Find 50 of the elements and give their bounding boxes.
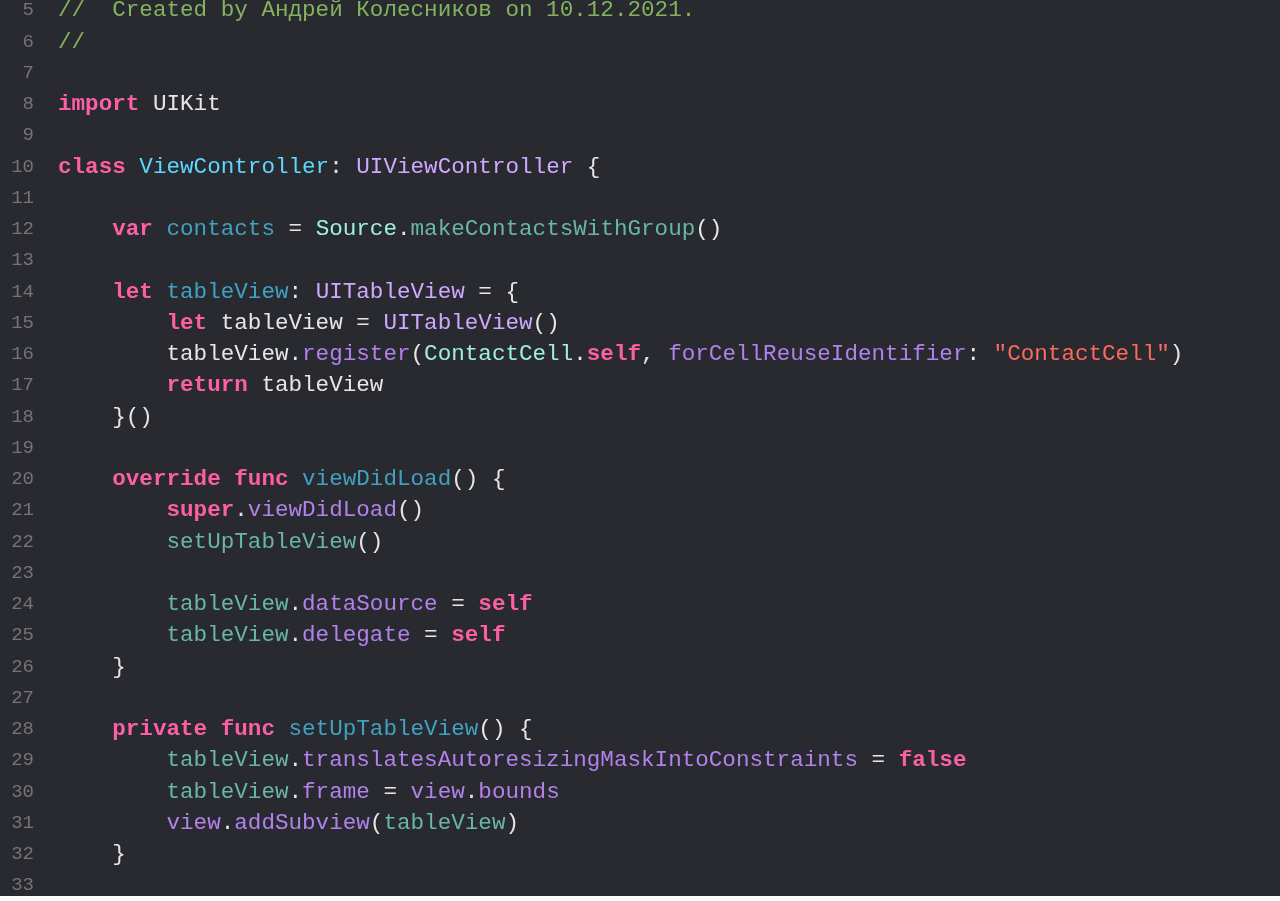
line-number: 22: [10, 529, 34, 555]
code-line: }: [111, 843, 126, 866]
line-number: 26: [10, 654, 34, 680]
code-line: var contacts = Source.makeContactsWithGroup(): [111, 218, 723, 241]
line-number: 32: [10, 842, 34, 868]
line-number: 18: [10, 404, 34, 430]
line-number: 28: [10, 717, 34, 743]
line-number: 24: [10, 592, 34, 618]
code-line: tableView.frame = view.bounds: [165, 780, 560, 804]
line-number: 21: [10, 498, 34, 524]
line-number: 7: [21, 60, 34, 86]
line-number: 31: [10, 810, 34, 836]
code-line: let tableView = UITableView(): [165, 311, 560, 335]
line-number: 27: [10, 685, 34, 711]
line-number: 12: [10, 217, 34, 243]
code-line: class ViewController: UIViewController {: [58, 155, 601, 179]
line-number: 9: [21, 123, 34, 149]
code-line: view.addSubview(tableView): [165, 811, 519, 835]
code-line: tableView.translatesAutoresizingMaskIntoConstraints = false: [165, 749, 967, 772]
code-line: super.viewDidLoad(): [165, 499, 425, 522]
line-number: 8: [21, 92, 34, 118]
line-number: 33: [10, 873, 34, 896]
code-line: //: [58, 30, 86, 54]
code-line: tableView.register(ContactCell.self, forCellReuseIdentifier: "ContactCell"): [165, 343, 1184, 366]
code-line: import UIKit: [58, 93, 221, 116]
line-number: 17: [10, 373, 34, 399]
line-number: 29: [10, 748, 34, 774]
line-number: 16: [10, 342, 34, 368]
code-line: }: [111, 655, 126, 679]
code-line: }(): [111, 405, 153, 429]
line-number: 25: [10, 623, 34, 649]
line-number: 11: [10, 185, 34, 211]
code-line: private func setUpTableView() {: [111, 718, 533, 741]
code-line: setUpTableView(): [165, 530, 384, 554]
line-number: 20: [10, 467, 34, 493]
line-number: 13: [10, 248, 34, 274]
code-line: tableView.delegate = self: [165, 624, 506, 647]
code-line: return tableView: [165, 374, 384, 397]
code-line: tableView.dataSource = self: [165, 593, 533, 616]
code-line: override func viewDidLoad() {: [111, 468, 506, 491]
line-number: 5: [21, 0, 34, 24]
line-number: 30: [10, 779, 34, 805]
code-line: // Created by Андрей Колесников on 10.12.2021.: [58, 0, 696, 22]
line-number: 14: [10, 279, 34, 305]
line-number: 6: [21, 29, 34, 55]
code-line: let tableView: UITableView = {: [111, 280, 520, 304]
line-number: 15: [10, 310, 34, 336]
line-number: 10: [10, 154, 34, 180]
line-number: 23: [10, 560, 34, 586]
line-number: 19: [10, 435, 34, 461]
